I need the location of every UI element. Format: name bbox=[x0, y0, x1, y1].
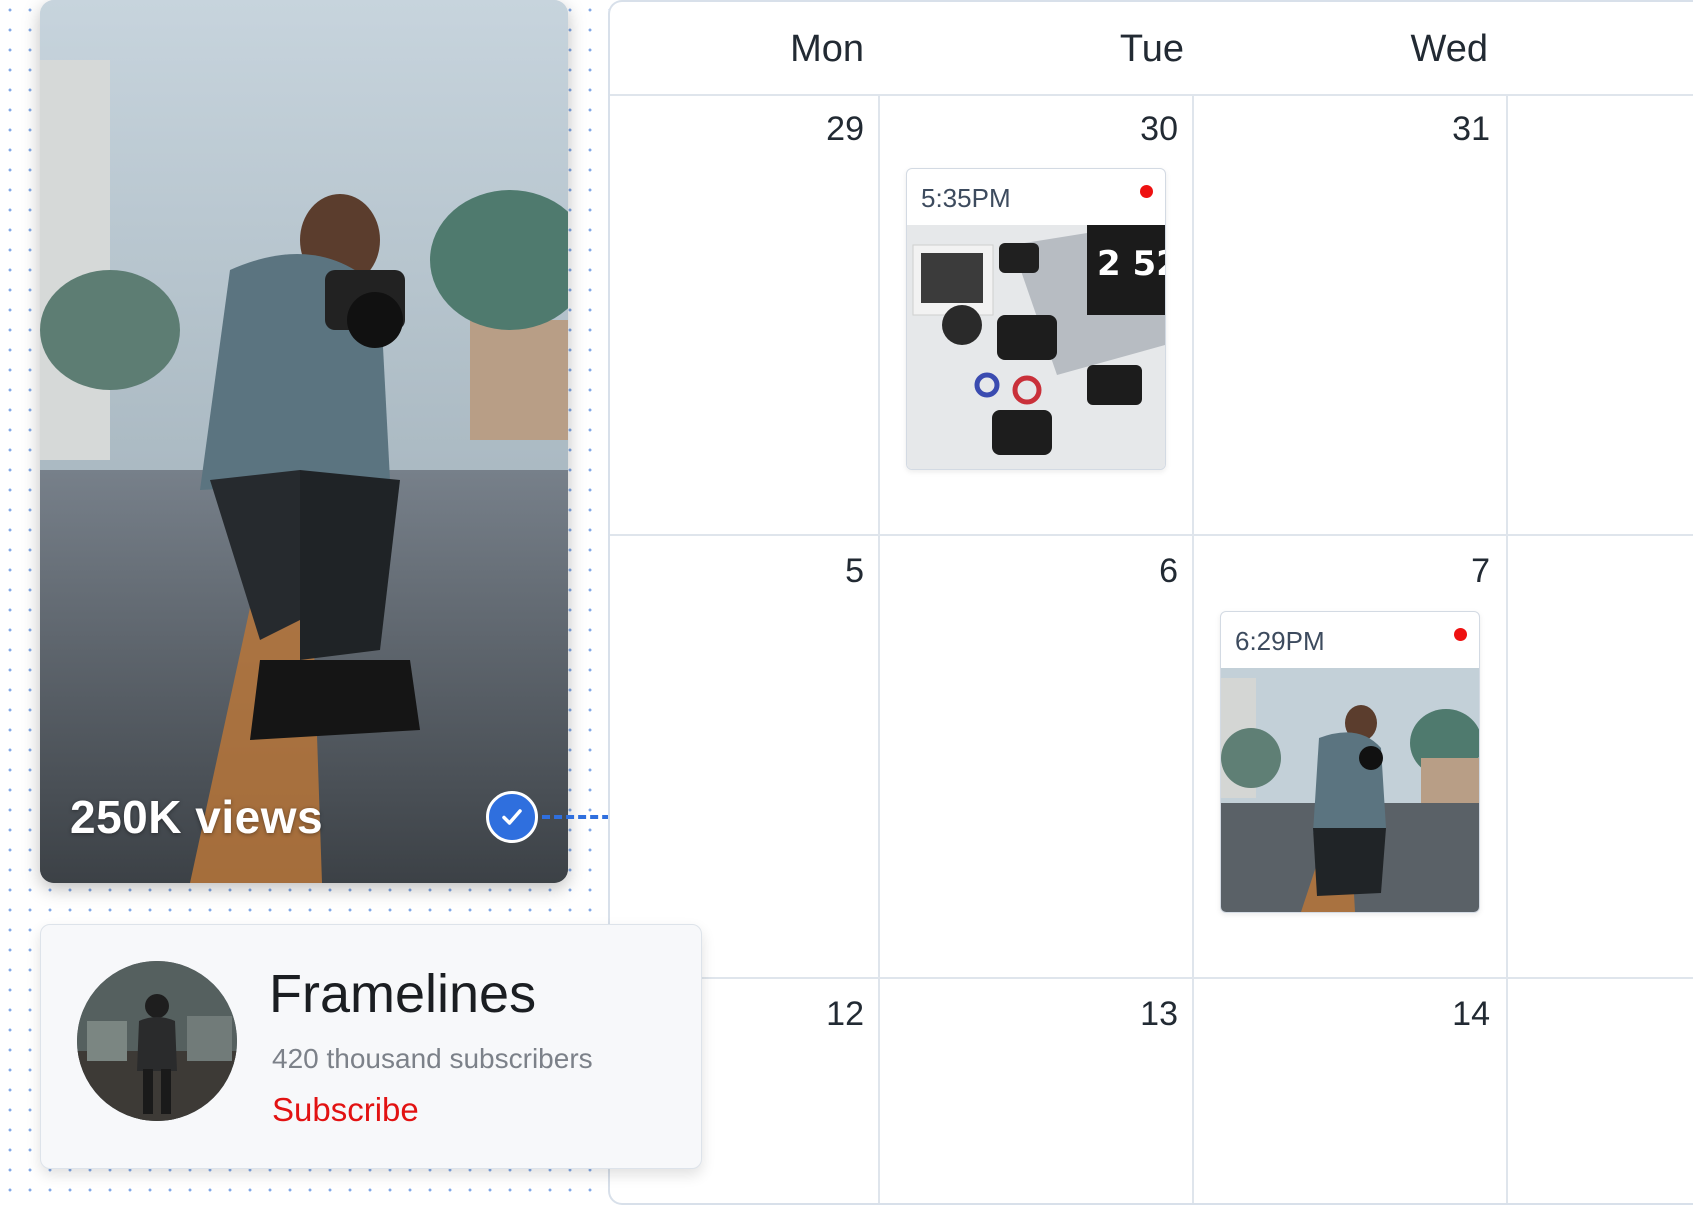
grid-divider bbox=[610, 534, 1693, 536]
status-dot-icon bbox=[1140, 185, 1153, 198]
status-dot-icon bbox=[1454, 628, 1467, 641]
date-cell[interactable]: 14 bbox=[1410, 995, 1490, 1034]
day-header-tue: Tue bbox=[1119, 28, 1184, 70]
svg-text:2 52: 2 52 bbox=[1097, 244, 1165, 284]
photographer-on-road-image bbox=[40, 0, 568, 883]
avatar[interactable] bbox=[77, 961, 237, 1121]
grid-divider bbox=[1506, 94, 1508, 1203]
check-icon bbox=[502, 809, 522, 825]
date-cell[interactable]: 7 bbox=[1410, 552, 1490, 591]
scheduled-post-card[interactable]: 6:29PM bbox=[1220, 611, 1480, 913]
channel-name[interactable]: Framelines bbox=[269, 963, 536, 1025]
date-cell[interactable]: 29 bbox=[784, 110, 864, 149]
date-cell[interactable]: 30 bbox=[1098, 110, 1178, 149]
date-cell[interactable]: 31 bbox=[1410, 110, 1490, 149]
channel-card: Framelines 420 thousand subscribers Subs… bbox=[40, 924, 702, 1169]
date-cell[interactable]: 12 bbox=[784, 995, 864, 1034]
photographer-on-road-image bbox=[1221, 668, 1479, 912]
camera-gear-flatlay-image: 2 52 bbox=[907, 225, 1165, 469]
channel-avatar-image bbox=[77, 961, 237, 1121]
calendar-header: Mon Tue Wed bbox=[610, 2, 1693, 96]
scheduled-post-card[interactable]: 5:35PM 2 52 bbox=[906, 168, 1166, 470]
video-thumbnail-card[interactable]: 250K views bbox=[40, 0, 568, 883]
grid-divider bbox=[878, 94, 880, 1203]
event-time: 5:35PM bbox=[921, 183, 1011, 213]
day-header-mon: Mon bbox=[790, 28, 864, 70]
subscribe-button[interactable]: Subscribe bbox=[272, 1091, 419, 1129]
grid-divider bbox=[1192, 94, 1194, 1203]
scheduled-check-badge[interactable] bbox=[486, 791, 538, 843]
subscriber-count: 420 thousand subscribers bbox=[272, 1043, 593, 1074]
event-time: 6:29PM bbox=[1235, 626, 1325, 656]
calendar-grid: Mon Tue Wed 29 30 31 5 6 7 12 13 14 5:35… bbox=[608, 0, 1693, 1205]
date-cell[interactable]: 13 bbox=[1098, 995, 1178, 1034]
views-count: 250K views bbox=[70, 791, 324, 843]
date-cell[interactable]: 6 bbox=[1098, 552, 1178, 591]
grid-divider bbox=[610, 977, 1693, 979]
day-header-wed: Wed bbox=[1410, 28, 1488, 70]
date-cell[interactable]: 5 bbox=[784, 552, 864, 591]
